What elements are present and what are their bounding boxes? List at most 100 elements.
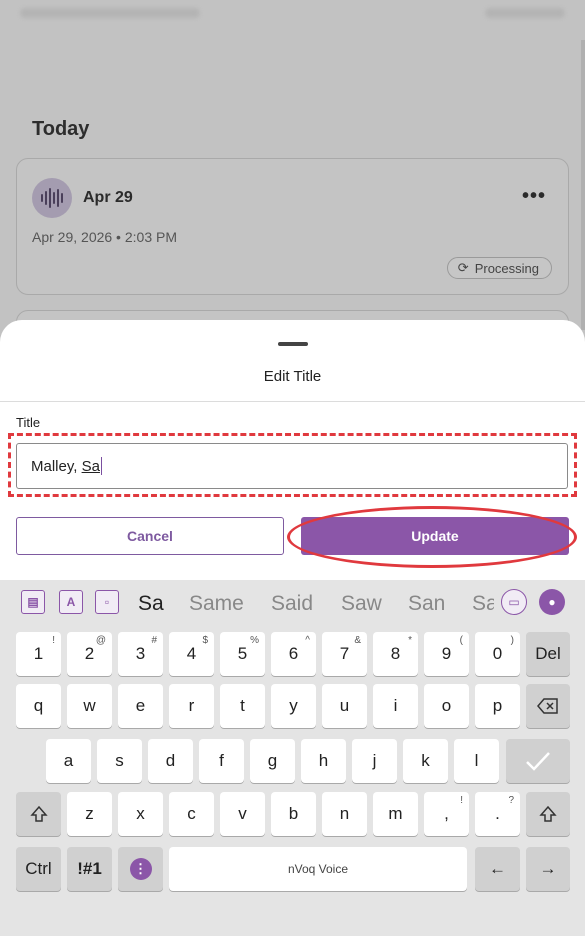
key-o[interactable]: o	[424, 684, 469, 728]
clipboard-icon[interactable]: ▤	[21, 590, 45, 614]
document-icon[interactable]: ▫	[95, 590, 119, 614]
key-7[interactable]: 7 &	[322, 632, 367, 676]
key-k[interactable]: k	[403, 739, 448, 783]
suggestion-item[interactable]: Said	[271, 592, 313, 616]
sheet-drag-handle[interactable]	[278, 342, 308, 346]
key-p[interactable]: p	[475, 684, 520, 728]
key-g[interactable]: g	[250, 739, 295, 783]
recording-title: Apr 29	[83, 189, 133, 206]
key-h[interactable]: h	[301, 739, 346, 783]
key-e[interactable]: e	[118, 684, 163, 728]
key-l[interactable]: l	[454, 739, 499, 783]
shift-icon	[29, 805, 48, 822]
key-4[interactable]: 4 $	[169, 632, 214, 676]
enter-key[interactable]	[506, 739, 570, 783]
shift-icon	[539, 805, 557, 822]
key-a[interactable]: a	[46, 739, 91, 783]
shift-key-left[interactable]	[16, 792, 61, 836]
key-2[interactable]: 2 @	[67, 632, 112, 676]
suggestion-item[interactable]: Sa	[138, 592, 164, 616]
suggestion-item[interactable]: Same	[189, 592, 244, 616]
section-title: Today	[32, 118, 90, 140]
backspace-key[interactable]	[526, 684, 570, 728]
suggestion-bar: ▤ A ▫ Sa Same Said Saw San Sa ▭ ●	[0, 580, 585, 624]
key-v[interactable]: v	[220, 792, 265, 836]
key-label: 9	[441, 644, 452, 663]
key-label: 3	[135, 644, 146, 663]
suggestion-item[interactable]: Saw	[341, 592, 382, 616]
delete-key[interactable]: Del	[526, 632, 570, 676]
key-alt-label: ?	[508, 795, 514, 806]
sheet-title: Edit Title	[263, 368, 322, 385]
key-t[interactable]: t	[220, 684, 265, 728]
suggestion-item[interactable]: San	[408, 592, 445, 616]
key-label: .	[495, 804, 500, 823]
key-alt-label: %	[250, 635, 259, 646]
key-u[interactable]: u	[322, 684, 367, 728]
shift-key-right[interactable]	[526, 792, 570, 836]
key-alt-label: *	[408, 635, 412, 646]
key-label: 8	[390, 644, 401, 663]
space-key[interactable]: nVoq Voice	[169, 847, 467, 891]
key-alt-label: $	[202, 635, 208, 646]
key-5[interactable]: 5%	[220, 632, 265, 676]
more-vertical-icon: ⋮	[129, 858, 152, 880]
status-bar-right	[485, 8, 565, 18]
key-w[interactable]: w	[67, 684, 112, 728]
key-y[interactable]: y	[271, 684, 316, 728]
on-screen-keyboard: ▤ A ▫ Sa Same Said Saw San Sa ▭ ● 1! 2 @ …	[0, 580, 585, 936]
status-badge: ⟳ Processing	[446, 257, 552, 279]
key-period[interactable]: .?	[475, 792, 520, 836]
chat-icon[interactable]: ▭	[501, 589, 527, 615]
key-b[interactable]: b	[271, 792, 316, 836]
key-comma[interactable]: ,!	[424, 792, 469, 836]
key-f[interactable]: f	[199, 739, 244, 783]
status-bar	[20, 4, 565, 22]
key-z[interactable]: z	[67, 792, 112, 836]
key-i[interactable]: i	[373, 684, 418, 728]
key-d[interactable]: d	[148, 739, 193, 783]
symbols-key[interactable]: !#1	[67, 847, 112, 891]
recording-date: Apr 29, 2026 • 2:03 PM	[32, 229, 177, 245]
key-alt-label: !	[460, 795, 463, 806]
highlight-update-ellipse	[287, 506, 577, 568]
key-j[interactable]: j	[352, 739, 397, 783]
key-3[interactable]: 3 #	[118, 632, 163, 676]
ctrl-key[interactable]: Ctrl	[16, 847, 61, 891]
microphone-icon[interactable]: ●	[539, 589, 565, 615]
key-n[interactable]: n	[322, 792, 367, 836]
sheet-divider	[0, 401, 585, 402]
key-c[interactable]: c	[169, 792, 214, 836]
right-arrow-key[interactable]: →	[526, 847, 570, 891]
key-alt-label: ^	[305, 635, 310, 646]
key-q[interactable]: q	[16, 684, 61, 728]
options-key[interactable]: ⋮	[118, 847, 163, 891]
key-m[interactable]: m	[373, 792, 418, 836]
key-alt-label: )	[510, 635, 514, 646]
key-alt-label: @	[95, 635, 106, 646]
more-options-icon[interactable]: •••	[522, 185, 546, 208]
key-label: 5	[237, 644, 248, 663]
key-alt-label: !	[52, 635, 55, 646]
key-0[interactable]: 0)	[475, 632, 520, 676]
key-label: 4	[186, 644, 197, 663]
key-label: 6	[288, 644, 299, 663]
cancel-button[interactable]: Cancel	[16, 517, 284, 555]
key-8[interactable]: 8 *	[373, 632, 418, 676]
recording-card[interactable]: Apr 29 ••• Apr 29, 2026 • 2:03 PM ⟳ Proc…	[16, 158, 569, 295]
left-arrow-key[interactable]: ←	[475, 847, 520, 891]
key-x[interactable]: x	[118, 792, 163, 836]
status-bar-left	[20, 8, 200, 18]
key-alt-label: #	[151, 635, 157, 646]
key-r[interactable]: r	[169, 684, 214, 728]
key-1[interactable]: 1!	[16, 632, 61, 676]
key-alt-label: &	[354, 635, 361, 646]
key-s[interactable]: s	[97, 739, 142, 783]
key-9[interactable]: 9(	[424, 632, 469, 676]
key-label: 2	[84, 644, 95, 663]
key-6[interactable]: 6 ^	[271, 632, 316, 676]
font-style-icon[interactable]: A	[59, 590, 83, 614]
suggestion-item[interactable]: Sa	[472, 592, 494, 616]
title-field-label: Title	[16, 415, 41, 430]
key-label: 7	[339, 644, 350, 663]
